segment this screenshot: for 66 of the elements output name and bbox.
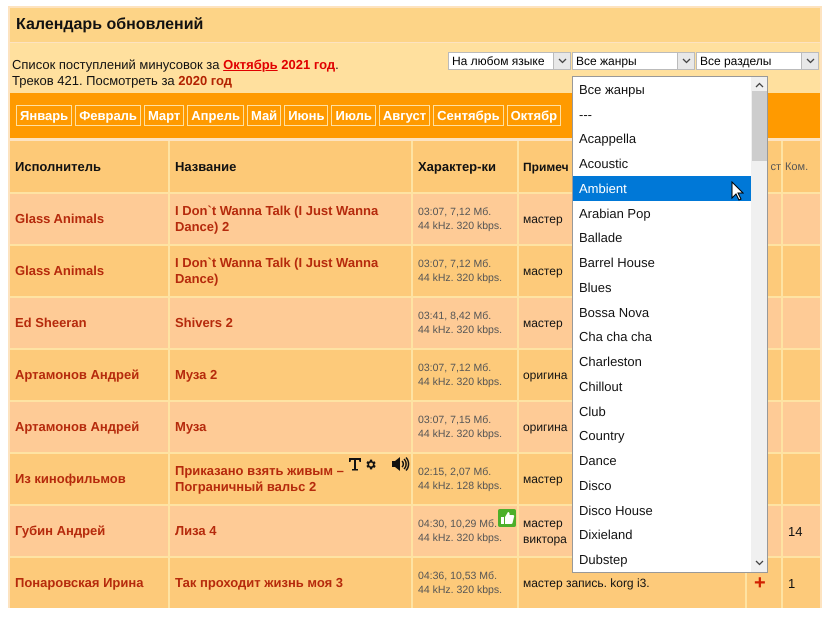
text-icon[interactable] xyxy=(348,457,362,471)
track-specs: 04:36, 10,53 Мб. 44 kHz. 320 kbps. xyxy=(418,569,502,597)
comment-count: 14 xyxy=(788,524,802,538)
note-text: мастер запись. korg i3. xyxy=(523,575,650,591)
caret-icon xyxy=(806,58,814,64)
artist-link[interactable]: Glass Animals xyxy=(15,263,118,279)
column-header: Исполнитель xyxy=(10,141,168,192)
track-specs: 03:07, 7,12 Мб. 44 kHz. 320 kbps. xyxy=(418,361,502,389)
title-link[interactable]: Лиза 4 xyxy=(175,523,230,539)
title-link[interactable]: I Don`t Wanna Talk (I Just Wanna Dance) xyxy=(175,255,411,287)
table-cell xyxy=(783,246,820,296)
scroll-up-icon[interactable] xyxy=(754,82,764,88)
info-text: Список поступлений минусовок за Октябрь 2021 год. xyxy=(12,57,339,73)
page-title: Календарь обновлений xyxy=(16,16,204,34)
title-link[interactable]: Приказано взять живым – Пограничный вальс 2 xyxy=(175,463,411,495)
column-header: Характер-ки xyxy=(413,141,517,192)
title-link[interactable]: Так проходит жизнь моя 3 xyxy=(175,575,358,591)
track-specs: 04:30, 10,29 Мб. 44 kHz. 320 kbps. xyxy=(418,517,502,545)
speaker-icon[interactable] xyxy=(391,456,410,472)
track-specs: 03:41, 8,42 Мб. 44 kHz. 320 kbps. xyxy=(418,309,502,337)
table-cell xyxy=(783,454,820,504)
note-text: оригина xyxy=(523,367,568,383)
table-cell xyxy=(783,402,820,452)
column-header: Ком. xyxy=(783,141,820,192)
month-link[interactable]: Октябрь xyxy=(223,57,278,72)
scroll-down-icon[interactable] xyxy=(754,560,764,566)
filter-select[interactable]: Все жанры xyxy=(572,52,695,70)
note-text: мастер xyxy=(523,315,563,331)
settings-icon[interactable] xyxy=(364,458,377,470)
title-link[interactable]: Муза 2 xyxy=(175,367,232,383)
caret-icon xyxy=(682,58,690,64)
artist-link[interactable]: Артамонов Андрей xyxy=(15,419,154,435)
filter-select[interactable]: На любом языке xyxy=(448,52,571,70)
table-cell xyxy=(783,350,820,400)
scrollbar[interactable] xyxy=(751,77,767,572)
track-specs: 03:07, 7,12 Мб. 44 kHz. 320 kbps. xyxy=(418,257,502,285)
filter-select[interactable]: Все разделы xyxy=(696,52,819,70)
track-specs: 03:07, 7,15 Мб. 44 kHz. 320 kbps. xyxy=(418,413,502,441)
genre-option[interactable]: Ambient xyxy=(573,176,751,201)
add-button[interactable]: + xyxy=(752,572,766,594)
artist-link[interactable]: Glass Animals xyxy=(15,211,118,227)
note-text: оригина xyxy=(523,419,568,435)
artist-link[interactable]: Артамонов Андрей xyxy=(15,367,154,383)
comment-count: 1 xyxy=(788,576,796,590)
note-text: мастер xyxy=(523,471,563,487)
cursor-icon xyxy=(731,181,744,201)
artist-link[interactable]: Ed Sheeran xyxy=(15,315,101,331)
year-link[interactable]: 2020 год xyxy=(178,73,232,88)
note-text: мастер xyxy=(523,263,563,279)
artist-link[interactable]: Губин Андрей xyxy=(15,523,120,539)
title-link[interactable]: I Don`t Wanna Talk (I Just Wanna Dance) 2 xyxy=(175,203,411,235)
title-link[interactable]: Муза xyxy=(175,419,220,435)
table-cell xyxy=(783,194,820,244)
table-cell xyxy=(783,298,820,348)
note-text: мастер виктора xyxy=(523,515,567,547)
thumbs-up-icon[interactable] xyxy=(498,509,516,527)
track-specs: 03:07, 7,12 Мб. 44 kHz. 320 kbps. xyxy=(418,205,502,233)
track-specs: 02:15, 2,07 Мб. 44 kHz. 128 kbps. xyxy=(418,465,502,493)
note-text: мастер xyxy=(523,211,563,227)
column-header: Название xyxy=(170,141,411,192)
artist-link[interactable]: Понаровская Ирина xyxy=(15,575,158,591)
artist-link[interactable]: Из кинофильмов xyxy=(15,471,140,487)
scroll-thumb[interactable] xyxy=(752,91,766,161)
title-link[interactable]: Shivers 2 xyxy=(175,315,247,331)
info-text: Треков 421. Посмотреть за 2020 год xyxy=(12,73,234,89)
caret-icon xyxy=(558,58,566,64)
